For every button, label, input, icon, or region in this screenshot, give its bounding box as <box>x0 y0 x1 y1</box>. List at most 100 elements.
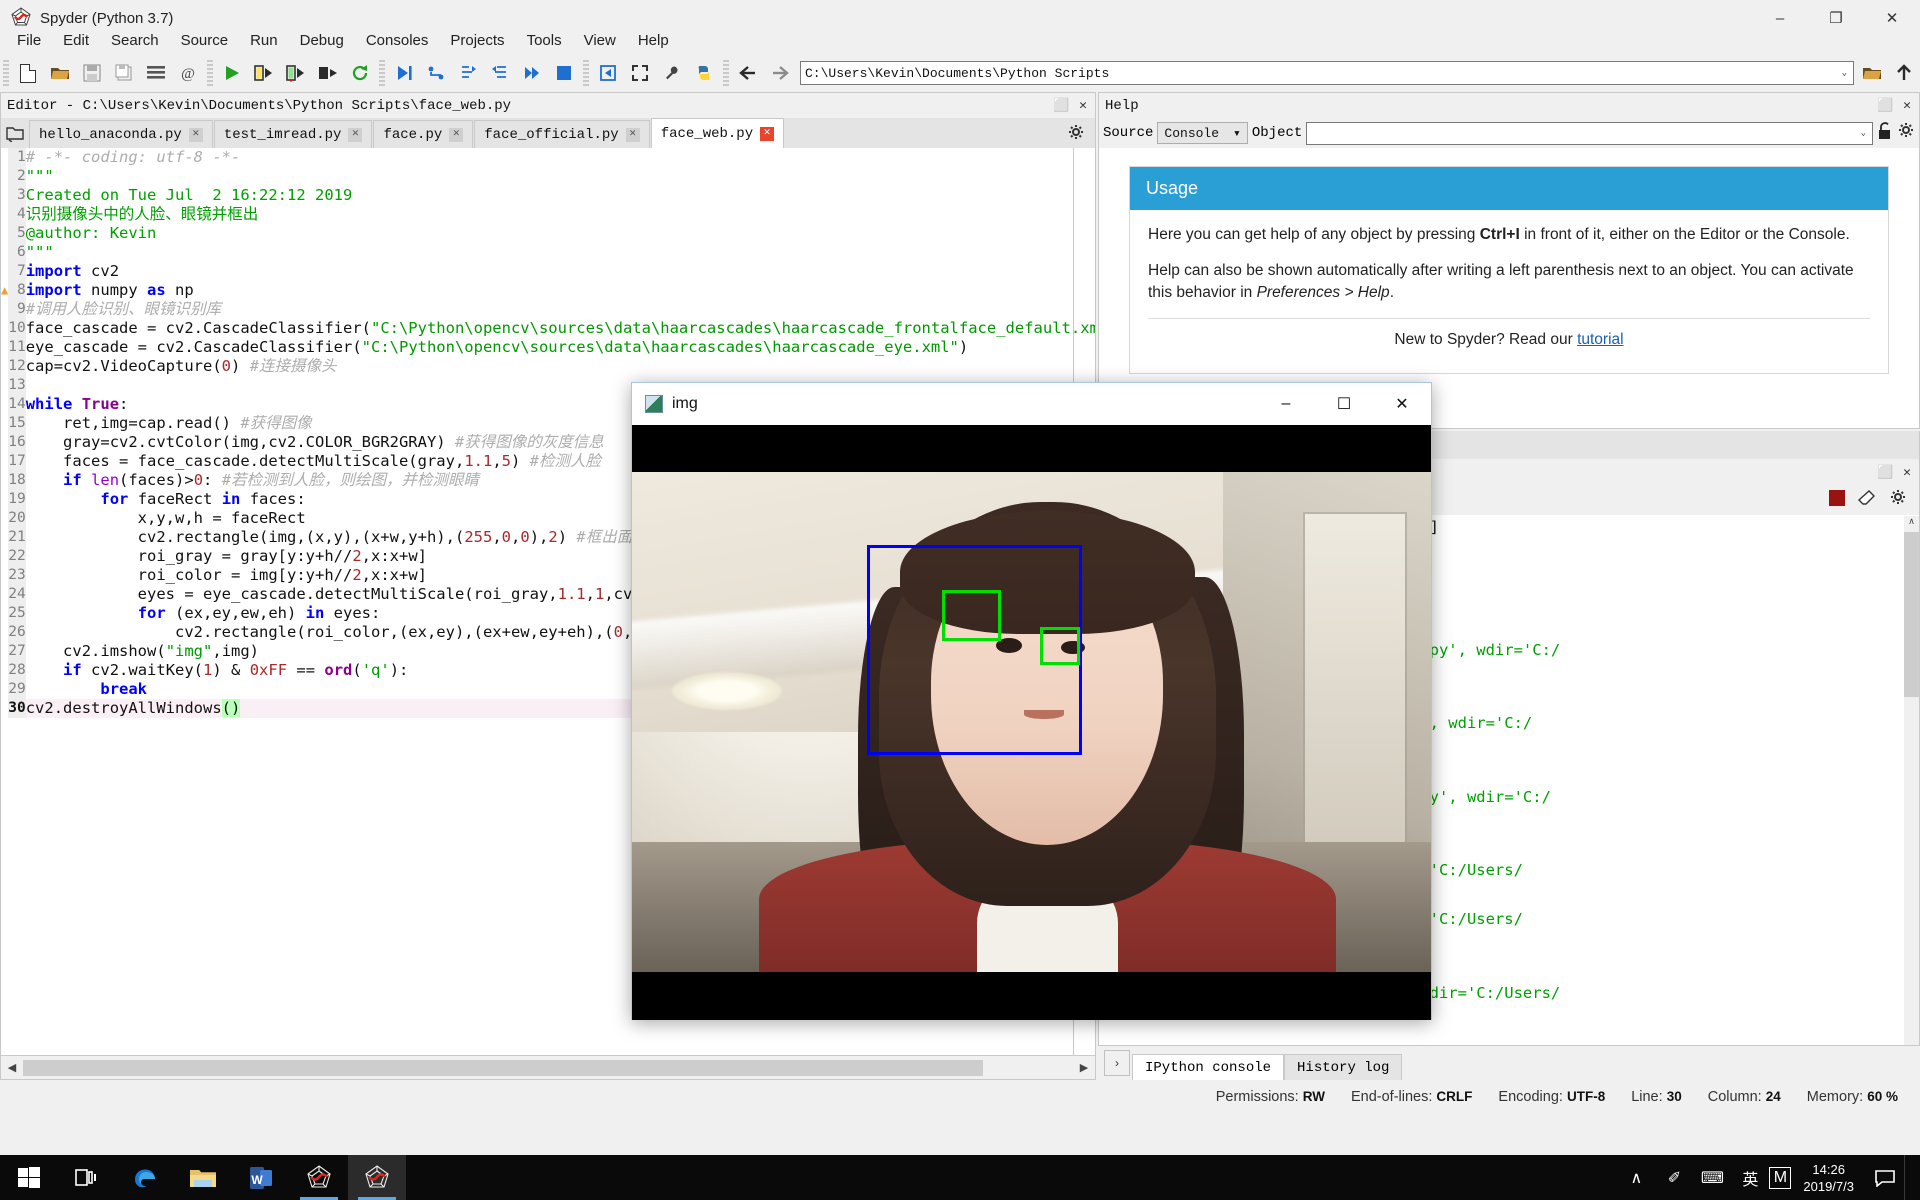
code-line-text[interactable]: # -*- coding: utf-8 -*- <box>26 148 1095 167</box>
menu-edit[interactable]: Edit <box>52 29 100 52</box>
editor-tab-face-official[interactable]: face_official.py ✕ <box>474 120 650 148</box>
code-line[interactable]: 7 import cv2 <box>1 262 1095 281</box>
editor-options-icon[interactable] <box>1067 118 1095 148</box>
fullscreen-button[interactable] <box>625 58 655 88</box>
tab-ipython-console[interactable]: IPython console <box>1132 1054 1285 1080</box>
editor-tab-face-web[interactable]: face_web.py ✕ <box>650 118 785 148</box>
editor-tab-hello-anaconda[interactable]: hello_anaconda.py ✕ <box>29 120 213 148</box>
run-cell-button[interactable] <box>249 58 279 88</box>
help-source-select[interactable]: Console ▾ <box>1157 122 1248 144</box>
code-line-text[interactable]: """ <box>26 167 1095 186</box>
chevron-down-icon[interactable]: ⌄ <box>1861 128 1866 138</box>
toolbar-grip-run[interactable] <box>207 60 213 86</box>
undock-icon[interactable]: ⬜ <box>1877 465 1893 480</box>
taskbar-file-explorer[interactable] <box>174 1155 232 1200</box>
toolbar-grip[interactable] <box>3 60 9 86</box>
pythonpath-manager-button[interactable] <box>689 58 719 88</box>
close-tab-icon[interactable]: ✕ <box>449 127 464 142</box>
menu-source[interactable]: Source <box>170 29 240 52</box>
code-line-text[interactable]: import numpy as np <box>26 281 1095 300</box>
opencv-img-window[interactable]: img – ☐ ✕ <box>631 382 1432 1020</box>
lock-icon[interactable] <box>1877 121 1893 145</box>
preferences-button[interactable] <box>657 58 687 88</box>
close-icon[interactable]: ✕ <box>1903 465 1911 480</box>
pen-input-icon[interactable]: ✐ <box>1655 1155 1693 1200</box>
scroll-right-icon[interactable]: ▶ <box>1073 1061 1095 1074</box>
code-line-text[interactable]: Created on Tue Jul 2 16:22:12 2019 <box>26 186 1095 205</box>
stop-debug-button[interactable] <box>549 58 579 88</box>
code-line[interactable]: 2 """ <box>1 167 1095 186</box>
tab-history-log[interactable]: History log <box>1284 1054 1403 1080</box>
img-maximize-button[interactable]: ☐ <box>1315 383 1373 425</box>
code-line-text[interactable]: @author: Kevin <box>26 224 1095 243</box>
close-icon[interactable]: ✕ <box>1079 98 1087 113</box>
new-file-button[interactable] <box>13 58 43 88</box>
code-line[interactable]: 5 @author: Kevin <box>1 224 1095 243</box>
code-line[interactable]: 6 """ <box>1 243 1095 262</box>
parent-directory-button[interactable] <box>1889 58 1919 88</box>
code-line-text[interactable]: """ <box>26 243 1095 262</box>
editor-tab-face[interactable]: face.py ✕ <box>373 120 474 148</box>
tutorial-link[interactable]: tutorial <box>1577 331 1624 348</box>
step-into-button[interactable] <box>453 58 483 88</box>
console-options-icon[interactable] <box>1889 489 1907 512</box>
run-file-button[interactable] <box>217 58 247 88</box>
toolbar-grip-debug[interactable] <box>379 60 385 86</box>
menu-debug[interactable]: Debug <box>289 29 355 52</box>
menu-run[interactable]: Run <box>239 29 289 52</box>
step-button[interactable] <box>421 58 451 88</box>
help-object-input[interactable]: ⌄ <box>1306 121 1873 145</box>
code-line-text[interactable]: import cv2 <box>26 262 1095 281</box>
img-minimize-button[interactable]: – <box>1257 383 1315 425</box>
scroll-left-icon[interactable]: ◀ <box>1 1061 23 1074</box>
menu-tools[interactable]: Tools <box>516 29 573 52</box>
code-line-text[interactable]: eye_cascade = cv2.CascadeClassifier("C:\… <box>26 338 1095 357</box>
code-line[interactable]: 9 #调用人脸识别、眼镜识别库 <box>1 300 1095 319</box>
working-directory-input[interactable]: C:\Users\Kevin\Documents\Python Scripts … <box>800 61 1854 85</box>
menu-projects[interactable]: Projects <box>439 29 515 52</box>
expand-panes-button[interactable]: › <box>1104 1050 1130 1076</box>
close-tab-icon[interactable]: ✕ <box>188 127 203 142</box>
step-return-button[interactable] <box>485 58 515 88</box>
taskbar-spyder[interactable] <box>290 1155 348 1200</box>
undock-icon[interactable]: ⬜ <box>1877 98 1893 113</box>
code-line-text[interactable]: face_cascade = cv2.CascadeClassifier("C:… <box>26 319 1095 338</box>
touch-keyboard-icon[interactable]: ⌨ <box>1693 1155 1731 1200</box>
save-file-button[interactable] <box>77 58 107 88</box>
browse-tabs-icon[interactable] <box>1 120 29 148</box>
menu-file[interactable]: File <box>6 29 52 52</box>
code-line[interactable]: 4 识别摄像头中的人脸、眼镜并框出 <box>1 205 1095 224</box>
debug-file-button[interactable] <box>389 58 419 88</box>
show-hidden-icons[interactable]: ∧ <box>1617 1155 1655 1200</box>
menu-view[interactable]: View <box>573 29 627 52</box>
close-icon[interactable]: ✕ <box>1903 98 1911 113</box>
code-line[interactable]: 11 eye_cascade = cv2.CascadeClassifier("C… <box>1 338 1095 357</box>
close-tab-icon-modified[interactable]: ✕ <box>760 126 775 141</box>
code-line[interactable]: 3 Created on Tue Jul 2 16:22:12 2019 <box>1 186 1095 205</box>
scroll-up-icon[interactable]: ∧ <box>1904 516 1919 531</box>
console-vertical-scrollbar[interactable]: ∧ <box>1904 516 1919 1045</box>
code-line-text[interactable]: 识别摄像头中的人脸、眼镜并框出 <box>26 205 1095 224</box>
stop-button[interactable] <box>1829 489 1845 511</box>
open-file-button[interactable] <box>45 58 75 88</box>
run-selection-button[interactable] <box>313 58 343 88</box>
browse-directory-button[interactable] <box>1857 58 1887 88</box>
save-all-button[interactable] <box>109 58 139 88</box>
notification-icon[interactable] <box>1866 1155 1904 1200</box>
start-button[interactable] <box>0 1155 58 1200</box>
code-line[interactable]: 12 cap=cv2.VideoCapture(0) #连接摄像头 <box>1 357 1095 376</box>
code-line[interactable]: 10 face_cascade = cv2.CascadeClassifier("… <box>1 319 1095 338</box>
code-line[interactable]: ▲ 8 import numpy as np <box>1 281 1095 300</box>
ime-mode-icon[interactable]: M <box>1769 1166 1792 1189</box>
re-run-button[interactable] <box>345 58 375 88</box>
task-view-button[interactable] <box>58 1155 116 1200</box>
editor-tab-test-imread[interactable]: test_imread.py ✕ <box>213 120 373 148</box>
toolbar-grip-path[interactable] <box>723 60 729 86</box>
img-close-button[interactable]: ✕ <box>1373 383 1431 425</box>
show-desktop-button[interactable] <box>1904 1155 1914 1200</box>
arrow-right-icon[interactable] <box>765 58 795 88</box>
arrow-left-icon[interactable] <box>733 58 763 88</box>
close-tab-icon[interactable]: ✕ <box>348 127 363 142</box>
find-symbol-button[interactable]: @ <box>173 58 203 88</box>
undock-icon[interactable]: ⬜ <box>1053 98 1069 113</box>
